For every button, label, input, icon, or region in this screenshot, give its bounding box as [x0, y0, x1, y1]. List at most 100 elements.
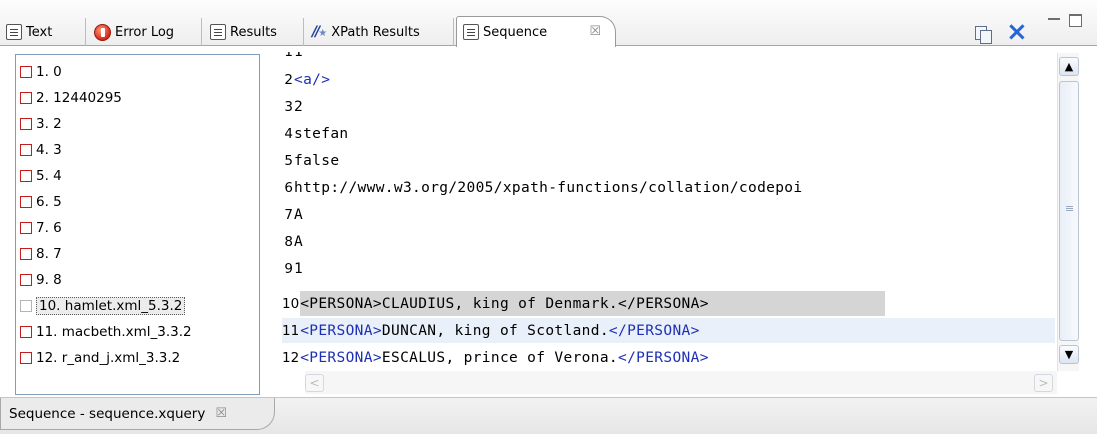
code-line[interactable]: 32	[282, 94, 303, 119]
list-item[interactable]: 1. 0	[20, 59, 259, 85]
list-item-label: 9. 8	[36, 272, 62, 288]
line-number: 2	[284, 71, 293, 88]
checkbox-icon[interactable]	[20, 222, 32, 234]
code-line[interactable]: 11	[282, 52, 303, 64]
list-item[interactable]: 8. 7	[20, 241, 259, 267]
line-text: 2	[294, 98, 304, 115]
scroll-left-icon[interactable]: <	[305, 374, 324, 392]
code-line[interactable]: 6 http://www.w3.org/2005/xpath-functions/…	[282, 175, 802, 200]
horizontal-scrollbar[interactable]: < >	[305, 371, 1057, 394]
tab-label: Error Log	[115, 24, 175, 40]
list-item-label: 6. 5	[36, 194, 62, 210]
scroll-right-icon[interactable]: >	[1034, 374, 1053, 392]
bottom-tab-label: Sequence - sequence.xquery	[9, 405, 206, 422]
code-line[interactable]: 12 <PERSONA> ESCALUS, prince of Verona. </P…	[282, 345, 709, 370]
document-icon	[463, 24, 479, 40]
checkbox-icon[interactable]	[20, 352, 32, 364]
scroll-down-icon[interactable]: ▼	[1059, 345, 1079, 364]
tab-sequence-xquery[interactable]: Sequence - sequence.xquery ☒	[0, 398, 275, 430]
code-line[interactable]: 91	[282, 256, 303, 281]
xml-tag: <PERSONA>	[300, 349, 382, 366]
xml-tag: <PERSONA>	[300, 322, 382, 339]
scroll-thumb[interactable]	[1059, 81, 1079, 341]
list-item-label: 1. 0	[36, 64, 62, 80]
checkbox-icon[interactable]	[20, 326, 32, 338]
checkbox-icon[interactable]	[20, 118, 32, 130]
list-item-label: 4. 3	[36, 142, 62, 158]
checkbox-icon[interactable]	[20, 66, 32, 78]
close-icon[interactable]: ☒	[215, 406, 227, 421]
list-item-label: 11. macbeth.xml_3.3.2	[36, 324, 192, 340]
list-item[interactable]: 10. hamlet.xml_5.3.2	[20, 293, 259, 319]
tab-xpath-results[interactable]: //★ XPath Results	[306, 18, 454, 46]
line-number: 5	[284, 152, 293, 169]
code-line[interactable]: 11 <PERSONA> DUNCAN, king of Scotland. </PE…	[282, 318, 700, 343]
line-number: 6	[284, 179, 293, 196]
vertical-scrollbar[interactable]: ▲ ▼	[1057, 53, 1079, 371]
tab-label: Text	[26, 24, 53, 40]
sequence-text-area[interactable]: 112<a/>324stefan5false6http://www.w3.org…	[282, 52, 1055, 376]
line-number: 10	[282, 295, 300, 312]
line-text: 1	[294, 260, 304, 277]
list-item[interactable]: 2. 12440295	[20, 85, 259, 111]
code-line[interactable]: 5 false	[282, 148, 339, 173]
line-number: 4	[284, 125, 293, 142]
line-number: 9	[284, 260, 293, 277]
checkbox-icon[interactable]	[20, 196, 32, 208]
tab-label: XPath Results	[331, 24, 420, 40]
line-text: http://www.w3.org/2005/xpath-functions/c…	[294, 179, 803, 196]
code-line[interactable]: 8A	[282, 229, 303, 254]
line-number: 7	[284, 206, 293, 223]
list-item[interactable]: 12. r_and_j.xml_3.3.2	[20, 345, 259, 371]
copy-icon[interactable]	[975, 26, 993, 44]
status-bar: Sequence - sequence.xquery ☒	[0, 397, 1097, 434]
code-line[interactable]: 4 stefan	[282, 121, 348, 146]
list-item[interactable]: 5. 4	[20, 163, 259, 189]
scroll-up-icon[interactable]: ▲	[1059, 57, 1079, 76]
tab-error-log[interactable]: Error Log	[88, 18, 202, 46]
xml-tag: </PERSONA>	[617, 349, 709, 366]
checkbox-icon[interactable]	[20, 144, 32, 156]
checkbox-icon[interactable]	[20, 300, 32, 312]
xml-tag: </PERSONA>	[608, 322, 700, 339]
clear-icon[interactable]: ×	[1006, 19, 1028, 45]
code-line[interactable]: 10 <PERSONA> CLAUDIUS, king of Denmark. </P…	[282, 291, 709, 316]
tab-text[interactable]: Text	[0, 18, 86, 46]
checkbox-icon[interactable]	[20, 274, 32, 286]
line-text: A	[294, 233, 304, 250]
xpath-icon: //★	[312, 24, 328, 40]
line-text: CLAUDIUS, king of Denmark.	[381, 295, 618, 312]
tab-label: Sequence	[483, 24, 548, 40]
list-item[interactable]: 3. 2	[20, 111, 259, 137]
tab-label: Results	[230, 24, 277, 40]
line-text: DUNCAN, king of Scotland.	[381, 322, 609, 339]
tab-results[interactable]: Results	[204, 18, 304, 46]
list-item-label: 3. 2	[36, 116, 62, 132]
error-icon	[94, 23, 111, 41]
line-number: 11	[282, 322, 300, 339]
list-item[interactable]: 11. macbeth.xml_3.3.2	[20, 319, 259, 345]
document-icon	[210, 24, 226, 40]
maximize-icon[interactable]	[1069, 14, 1082, 27]
code-line[interactable]: 7A	[282, 202, 303, 227]
list-item-label: 8. 7	[36, 246, 62, 262]
checkbox-icon[interactable]	[20, 92, 32, 104]
list-item-label: 10. hamlet.xml_5.3.2	[36, 297, 186, 315]
list-item[interactable]: 7. 6	[20, 215, 259, 241]
line-text: 1	[294, 52, 303, 60]
code-line[interactable]: 2 <a/>	[282, 67, 330, 92]
line-text: stefan	[294, 125, 349, 142]
checkbox-icon[interactable]	[20, 248, 32, 260]
close-icon[interactable]: ☒	[589, 24, 601, 39]
line-text: <a/>	[294, 71, 331, 88]
list-item[interactable]: 9. 8	[20, 267, 259, 293]
list-item-label: 12. r_and_j.xml_3.3.2	[36, 350, 181, 366]
line-number: 1	[282, 52, 293, 60]
checkbox-icon[interactable]	[20, 170, 32, 182]
line-text: false	[294, 152, 340, 169]
sequence-list[interactable]: 1. 0 2. 12440295 3. 2 4. 3 5. 4 6. 5 7. 6 8. 7 9…	[15, 54, 260, 395]
list-item[interactable]: 4. 3	[20, 137, 259, 163]
tab-sequence[interactable]: Sequence ☒	[456, 16, 616, 47]
minimize-icon[interactable]	[1048, 18, 1060, 21]
list-item[interactable]: 6. 5	[20, 189, 259, 215]
